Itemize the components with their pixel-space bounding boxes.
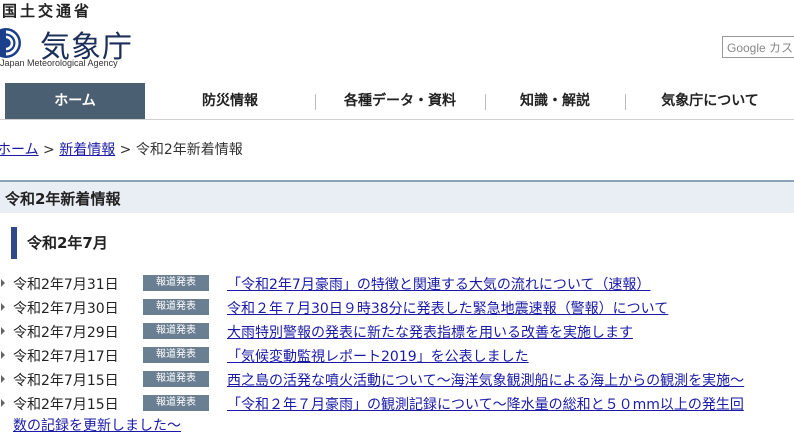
breadcrumb-separator: >	[38, 142, 60, 158]
news-item: 令和2年7月30日 報道発表 令和２年７月30日９時38分に発表した緊急地震速報…	[0, 296, 794, 320]
bullet-icon	[1, 399, 5, 407]
bullet-icon	[1, 303, 5, 311]
breadcrumb-news-link[interactable]: 新着情報	[59, 142, 115, 158]
breadcrumb-current: 令和2年新着情報	[135, 142, 243, 158]
nav-item-data[interactable]: 各種データ・資料	[315, 83, 485, 119]
news-link[interactable]: 「令和2年7月豪雨」の特徴と関連する大気の流れについて（速報）	[227, 274, 650, 294]
news-date: 令和2年7月29日	[13, 325, 119, 341]
news-item: 令和2年7月29日 報道発表 大雨特別警報の発表に新たな発表指標を用いる改善を実…	[0, 320, 794, 344]
bullet-icon	[1, 375, 5, 383]
page-title-bar: 令和2年新着情報	[0, 180, 794, 213]
month-heading: 令和2年7月	[11, 227, 108, 259]
news-date: 令和2年7月30日	[13, 301, 119, 317]
news-link-continuation[interactable]: 数の記録を更新しました～	[13, 415, 181, 432]
news-link[interactable]: 「令和２年７月豪雨」の観測記録について～降水量の総和と５０mm以上の発生回	[227, 394, 744, 414]
news-link[interactable]: 大雨特別警報の発表に新たな発表指標を用いる改善を実施します	[227, 322, 633, 342]
nav-item-knowledge[interactable]: 知識・解説	[485, 83, 625, 119]
press-release-badge: 報道発表	[143, 275, 209, 291]
jma-logo-icon[interactable]	[0, 27, 22, 59]
agency-english-name: Japan Meteorological Agency	[0, 58, 118, 68]
press-release-badge: 報道発表	[143, 395, 209, 411]
search-input[interactable]: Google カスタム検索	[722, 36, 794, 58]
news-link[interactable]: 「気候変動監視レポート2019」を公表しました	[227, 346, 529, 366]
breadcrumb: ホーム > 新着情報 > 令和2年新着情報	[0, 139, 243, 159]
nav-item-disaster[interactable]: 防災情報	[145, 83, 315, 119]
bullet-icon	[1, 327, 5, 335]
news-link[interactable]: 令和２年７月30日９時38分に発表した緊急地震速報（警報）について	[227, 298, 668, 318]
bullet-icon	[1, 279, 5, 287]
news-item: 令和2年7月15日 報道発表 「令和２年７月豪雨」の観測記録について～降水量の総…	[0, 392, 794, 416]
nav-item-home[interactable]: ホーム	[5, 83, 145, 119]
breadcrumb-separator: >	[115, 142, 136, 158]
news-item: 令和2年7月15日 報道発表 西之島の活発な噴火活動について～海洋気象観測船によ…	[0, 368, 794, 392]
news-date: 令和2年7月15日	[13, 373, 119, 389]
nav-item-about[interactable]: 気象庁について	[625, 83, 794, 119]
news-date: 令和2年7月17日	[13, 349, 119, 365]
news-item: 令和2年7月31日 報道発表 「令和2年7月豪雨」の特徴と関連する大気の流れにつ…	[0, 272, 794, 296]
press-release-badge: 報道発表	[143, 323, 209, 339]
news-link[interactable]: 西之島の活発な噴火活動について～海洋気象観測船による海上からの観測を実施～	[227, 370, 744, 390]
site-header: 国土交通省 気象庁 Japan Meteorological Agency Go…	[0, 0, 794, 80]
press-release-badge: 報道発表	[143, 371, 209, 387]
news-date: 令和2年7月31日	[13, 277, 119, 293]
global-nav: ホーム 防災情報 各種データ・資料 知識・解説 気象庁について	[0, 83, 794, 120]
news-date: 令和2年7月15日	[13, 397, 119, 413]
press-release-badge: 報道発表	[143, 347, 209, 363]
press-release-badge: 報道発表	[143, 299, 209, 315]
page-title: 令和2年新着情報	[5, 190, 121, 208]
breadcrumb-home-link[interactable]: ホーム	[0, 142, 39, 158]
bullet-icon	[1, 351, 5, 359]
ministry-name: 国土交通省	[2, 2, 93, 20]
news-item: 令和2年7月17日 報道発表 「気候変動監視レポート2019」を公表しました	[0, 344, 794, 368]
